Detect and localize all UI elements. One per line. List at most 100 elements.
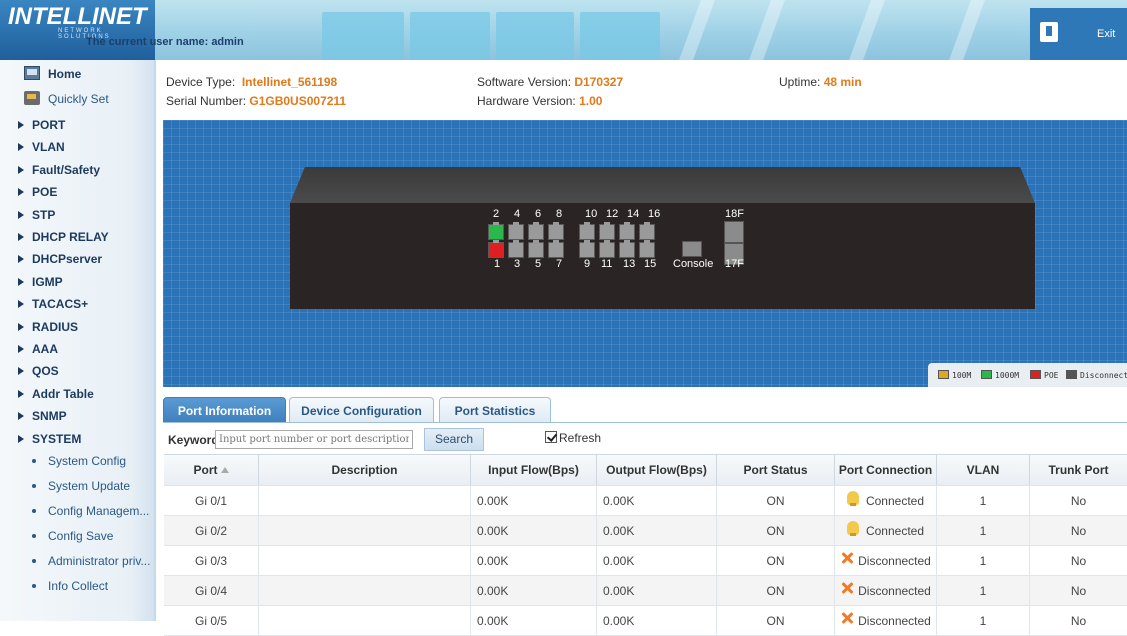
table-row[interactable]: Gi 0/2 0.00K 0.00K ON Connected 1 No xyxy=(164,516,1127,546)
sidebar-item-label: VLAN xyxy=(32,140,65,154)
port-14[interactable] xyxy=(619,222,635,240)
port-13[interactable] xyxy=(619,240,635,258)
port-number-label: 6 xyxy=(535,208,542,220)
cell-output-flow: 0.00K xyxy=(597,516,717,545)
switch-front-panel xyxy=(290,203,1035,309)
sidebar-subitem-system-update[interactable]: System Update xyxy=(0,475,152,497)
sidebar-item-snmp[interactable]: SNMP xyxy=(0,405,152,427)
port-3[interactable] xyxy=(508,240,524,258)
console-port[interactable] xyxy=(682,241,702,257)
sidebar-subitem-config-save[interactable]: Config Save xyxy=(0,525,152,547)
column-header-trunk-port[interactable]: Trunk Port xyxy=(1030,455,1127,485)
table-row[interactable]: Gi 0/1 0.00K 0.00K ON Connected 1 No xyxy=(164,486,1127,516)
port-12[interactable] xyxy=(599,222,615,240)
sidebar-subitem-label: System Update xyxy=(48,479,131,493)
tab-port-statistics[interactable]: Port Statistics xyxy=(439,397,551,423)
exit-button[interactable]: Exit xyxy=(1097,28,1115,40)
port-4[interactable] xyxy=(508,222,524,240)
sidebar-subitem-label: Config Save xyxy=(48,529,114,543)
column-header-vlan[interactable]: VLAN xyxy=(937,455,1030,485)
sidebar-item-vlan[interactable]: VLAN xyxy=(0,136,152,158)
column-header-output-flow[interactable]: Output Flow(Bps) xyxy=(597,455,717,485)
sidebar-item-label: PORT xyxy=(32,118,66,132)
sidebar-item-port[interactable]: PORT xyxy=(0,114,152,136)
sidebar-subitem-info-collect[interactable]: Info Collect xyxy=(0,575,152,597)
port-1[interactable] xyxy=(488,240,504,258)
sidebar-item-tacacs[interactable]: TACACS+ xyxy=(0,293,152,315)
sfp-port-label: 17F xyxy=(725,258,744,270)
sidebar-item-quickly-set[interactable]: Quickly Set xyxy=(0,88,152,110)
port-5[interactable] xyxy=(528,240,544,258)
sidebar-subitem-config-management[interactable]: Config Managem... xyxy=(0,500,152,522)
hardware-version-info: Hardware Version: 1.00 xyxy=(477,94,602,108)
cell-input-flow: 0.00K xyxy=(471,516,597,545)
sidebar-subitem-system-config[interactable]: System Config xyxy=(0,450,152,472)
legend-label: 1000M xyxy=(995,371,1020,380)
sidebar-item-fault-safety[interactable]: Fault/Safety xyxy=(0,159,152,181)
sidebar-item-dhcpserver[interactable]: DHCPserver xyxy=(0,248,152,270)
device-type-info: Device Type: Intellinet_561198 xyxy=(166,75,337,89)
sidebar-item-dhcp-relay[interactable]: DHCP RELAY xyxy=(0,226,152,248)
sort-ascending-icon[interactable] xyxy=(220,467,229,473)
port-8[interactable] xyxy=(548,222,564,240)
cell-port-status: ON xyxy=(717,546,835,575)
expand-arrow-icon xyxy=(18,188,24,196)
header-decor-stripe xyxy=(679,0,715,60)
cell-trunk-port: No xyxy=(1070,493,1087,508)
port-number-label: 13 xyxy=(623,258,636,270)
keyword-search-input[interactable] xyxy=(215,430,413,449)
column-header-port[interactable]: Port xyxy=(164,455,259,485)
cell-input-flow: 0.00K xyxy=(471,576,597,605)
port-9[interactable] xyxy=(579,240,595,258)
port-number-label: 4 xyxy=(514,208,521,220)
expand-arrow-icon xyxy=(18,211,24,219)
port-10[interactable] xyxy=(579,222,595,240)
disconnected-x-icon xyxy=(840,611,854,625)
sidebar-item-label: IGMP xyxy=(32,275,63,289)
table-row[interactable]: Gi 0/5 0.00K 0.00K ON Disconnected 1 No xyxy=(164,606,1127,636)
table-row[interactable]: Gi 0/3 0.00K 0.00K ON Disconnected 1 No xyxy=(164,546,1127,576)
cell-trunk-port: No xyxy=(1070,553,1087,568)
sidebar-item-igmp[interactable]: IGMP xyxy=(0,271,152,293)
cell-output-flow: 0.00K xyxy=(597,546,717,575)
port-16[interactable] xyxy=(639,222,655,240)
sidebar-item-poe[interactable]: POE xyxy=(0,181,152,203)
logo-text: INTELLINET xyxy=(8,3,147,30)
serial-number-info: Serial Number: G1GB0US007211 xyxy=(166,94,346,108)
exit-icon[interactable] xyxy=(1040,22,1058,42)
software-version-info: Software Version: D170327 xyxy=(477,75,623,89)
sidebar-item-home[interactable]: Home xyxy=(0,63,152,85)
sidebar-item-addr-table[interactable]: Addr Table xyxy=(0,383,152,405)
port-6[interactable] xyxy=(528,222,544,240)
serial-number-label: Serial Number: xyxy=(166,94,247,108)
cell-vlan: 1 xyxy=(937,546,1030,575)
port-7[interactable] xyxy=(548,240,564,258)
sidebar-item-radius[interactable]: RADIUS xyxy=(0,316,152,338)
sidebar-subitem-label: Info Collect xyxy=(48,579,109,593)
port-number-label: 2 xyxy=(493,208,500,220)
sfp-port-18f[interactable] xyxy=(724,221,744,243)
sidebar-subitem-administrator-privilege[interactable]: Administrator priv... xyxy=(0,550,152,572)
cell-vlan: 1 xyxy=(937,576,1030,605)
column-header-port-status[interactable]: Port Status xyxy=(717,455,835,485)
column-header-port-connection[interactable]: Port Connection xyxy=(835,455,937,485)
column-header-description[interactable]: Description xyxy=(259,455,471,485)
sidebar-item-aaa[interactable]: AAA xyxy=(0,338,152,360)
expand-arrow-icon xyxy=(18,367,24,375)
column-header-input-flow[interactable]: Input Flow(Bps) xyxy=(471,455,597,485)
cell-port-connection: Connected xyxy=(835,486,937,515)
port-2[interactable] xyxy=(488,222,504,240)
port-15[interactable] xyxy=(639,240,655,258)
port-number-label: 9 xyxy=(584,258,591,270)
sidebar-item-label: Home xyxy=(48,67,82,81)
tab-port-information[interactable]: Port Information xyxy=(163,397,286,423)
sidebar-item-qos[interactable]: QOS xyxy=(0,360,152,382)
sidebar-item-system[interactable]: SYSTEM xyxy=(0,428,152,450)
table-row[interactable]: Gi 0/4 0.00K 0.00K ON Disconnected 1 No xyxy=(164,576,1127,606)
sidebar-item-stp[interactable]: STP xyxy=(0,204,152,226)
tab-device-configuration[interactable]: Device Configuration xyxy=(289,397,434,423)
port-11[interactable] xyxy=(599,240,615,258)
refresh-checkbox[interactable] xyxy=(545,431,557,443)
search-button[interactable]: Search xyxy=(424,428,484,451)
bullet-icon xyxy=(32,459,36,463)
